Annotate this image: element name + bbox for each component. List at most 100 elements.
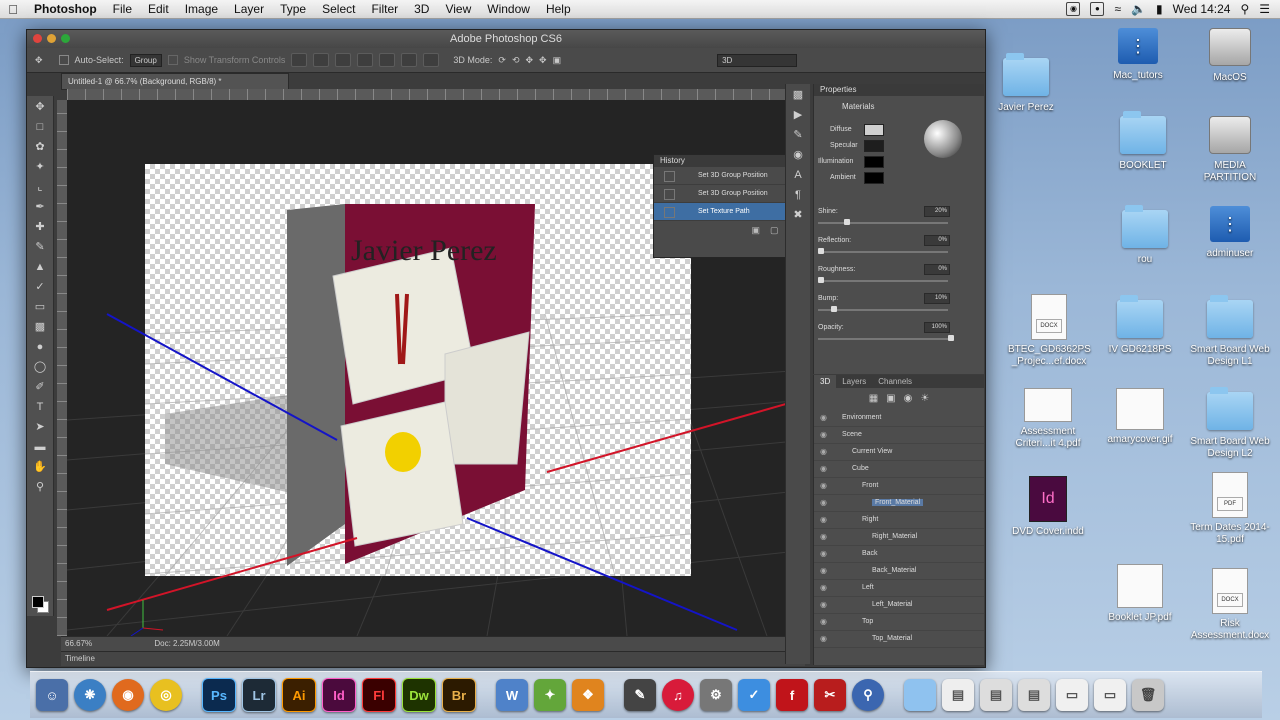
zoom-level[interactable]: 66.67% (65, 639, 92, 648)
documents-folder-icon[interactable] (904, 679, 936, 711)
crop-tool-icon[interactable]: ⌞ (32, 179, 48, 195)
desktop-folder-smart1[interactable]: Smart Board Web Design L1 (1190, 295, 1270, 368)
specular-swatch[interactable] (864, 140, 884, 152)
distribute-button[interactable] (423, 53, 440, 67)
reflection-value[interactable]: 0% (924, 235, 950, 246)
blur-tool-icon[interactable]: ● (32, 339, 48, 355)
acrobat-icon[interactable]: ✂ (814, 679, 846, 711)
record-icon[interactable]: ◉ (1066, 2, 1081, 16)
filter-meshes-icon[interactable]: ▣ (886, 388, 895, 410)
slider-knob[interactable] (818, 277, 824, 283)
muse-icon[interactable]: ❖ (572, 679, 604, 711)
roughness-slider[interactable] (818, 277, 948, 283)
type-tool-icon[interactable]: T (32, 399, 48, 415)
slider-knob[interactable] (844, 219, 850, 225)
desktop-volume-adminuser[interactable]: ⋮ adminuser (1190, 206, 1270, 260)
zoom-tool-icon[interactable]: ⚲ (32, 479, 48, 495)
desktop-folder-booklet[interactable]: BOOKLET (1103, 111, 1183, 172)
menu-select[interactable]: Select (314, 2, 363, 16)
itunes-icon[interactable]: ♫ (662, 679, 694, 711)
menu-view[interactable]: View (437, 2, 479, 16)
flash-player-icon[interactable]: f (776, 679, 808, 711)
visibility-eye-icon[interactable]: ◉ (820, 495, 827, 511)
roll-icon[interactable]: ⟲ (512, 55, 520, 66)
minimize-window-button[interactable] (47, 34, 56, 43)
foreground-color-swatch[interactable] (32, 596, 44, 608)
desktop-folder-smart2[interactable]: Smart Board Web Design L2 (1190, 387, 1270, 460)
reflection-slider[interactable] (818, 248, 948, 254)
firefox-icon[interactable]: ◉ (112, 679, 144, 711)
canvas-workarea[interactable]: Javier Perez History Set 3D Group Positi… (67, 100, 807, 636)
properties-panel-title[interactable]: Properties (814, 84, 984, 96)
edge-animate-icon[interactable]: ✦ (534, 679, 566, 711)
paragraph-panel-icon[interactable]: ¶ (790, 187, 806, 203)
brush-panel-icon[interactable]: ✎ (790, 127, 806, 143)
3d-tree-row-selected[interactable]: ◉ Front_Material (814, 495, 984, 512)
3d-tree-row[interactable]: ◉ Front (814, 478, 984, 495)
dock-app-dw-icon[interactable]: Dw (402, 678, 436, 712)
lasso-tool-icon[interactable]: ✿ (32, 139, 48, 155)
actions-panel-icon[interactable]: ▶ (790, 107, 806, 123)
filter-scene-icon[interactable]: ▦ (869, 388, 878, 410)
illumination-swatch[interactable] (864, 156, 884, 168)
align-center-button[interactable] (379, 53, 396, 67)
quick-select-tool-icon[interactable]: ✦ (32, 159, 48, 175)
visibility-eye-icon[interactable]: ◉ (820, 478, 827, 494)
3d-tree-row[interactable]: ◉ Right (814, 512, 984, 529)
healing-tool-icon[interactable]: ✚ (32, 219, 48, 235)
new-document-icon[interactable]: ▣ (752, 225, 761, 236)
desktop-folder-ivgd[interactable]: IV GD6218PS (1100, 295, 1180, 356)
menu-type[interactable]: Type (272, 2, 314, 16)
auto-select-checkbox[interactable] (58, 55, 69, 65)
desktop-file-bookletjp[interactable]: Booklet JP.pdf (1100, 564, 1180, 624)
pan-icon[interactable]: ✥ (525, 55, 533, 66)
window-stack-icon-2[interactable]: ▭ (1094, 679, 1126, 711)
snapshot-icon[interactable]: ▢ (770, 225, 779, 236)
window-titlebar[interactable]: Adobe Photoshop CS6 (27, 30, 985, 48)
visibility-eye-icon[interactable]: ◉ (820, 427, 827, 443)
timeline-panel[interactable]: Timeline (61, 651, 805, 666)
transform-controls-checkbox[interactable] (167, 55, 178, 65)
gradient-tool-icon[interactable]: ▩ (32, 319, 48, 335)
slider-knob[interactable] (948, 335, 954, 341)
desktop-drive-macos[interactable]: MacOS (1190, 28, 1270, 84)
apple-icon[interactable]:  (0, 2, 26, 17)
dock-app-lr-icon[interactable]: Lr (242, 678, 276, 712)
ambient-swatch[interactable] (864, 172, 884, 184)
3d-tree-row[interactable]: ◉ Environment (814, 410, 984, 427)
character-panel-icon[interactable]: A (790, 167, 806, 183)
bump-value[interactable]: 10% (924, 293, 950, 304)
visibility-eye-icon[interactable]: ◉ (820, 546, 827, 562)
slider-knob[interactable] (818, 248, 824, 254)
menu-layer[interactable]: Layer (226, 2, 272, 16)
visibility-eye-icon[interactable]: ◉ (820, 461, 827, 477)
dodge-tool-icon[interactable]: ◯ (32, 359, 48, 375)
spotlight-icon[interactable]: ⚲ (1240, 2, 1249, 16)
eyedropper-tool-icon[interactable]: ✒ (32, 199, 48, 215)
tools-panel-icon[interactable]: ✖ (790, 207, 806, 223)
3d-tree-row[interactable]: ◉ Current View (814, 444, 984, 461)
align-left-button[interactable] (357, 53, 374, 67)
visibility-eye-icon[interactable]: ◉ (820, 614, 827, 630)
visibility-eye-icon[interactable]: ◉ (820, 631, 827, 647)
hand-tool-icon[interactable]: ✋ (32, 459, 48, 475)
align-bottom-button[interactable] (335, 53, 352, 67)
3d-tree-row[interactable]: ◉ Left_Material (814, 597, 984, 614)
menu-3d[interactable]: 3D (406, 2, 437, 16)
3d-tree-row[interactable]: ◉ Top_Material (814, 631, 984, 648)
roughness-value[interactable]: 0% (924, 264, 950, 275)
desktop-file-assessment[interactable]: Assessment Criteri...it 4.pdf (1008, 388, 1088, 450)
tab-layers[interactable]: Layers (836, 375, 872, 388)
workspace-dropdown[interactable]: 3D (717, 53, 798, 67)
notifications-icon[interactable]: ● (1090, 2, 1105, 16)
menubar-clock[interactable]: Wed 14:24 (1173, 2, 1231, 16)
menu-image[interactable]: Image (177, 2, 226, 16)
brush-tool-icon[interactable]: ✎ (32, 239, 48, 255)
visibility-eye-icon[interactable]: ◉ (820, 512, 827, 528)
pen-tool-icon[interactable]: ✐ (32, 379, 48, 395)
tab-3d[interactable]: 3D (814, 375, 837, 388)
move-tool-icon[interactable]: ✥ (32, 99, 48, 115)
filter-lights-icon[interactable]: ☀ (920, 388, 929, 410)
orbit-icon[interactable]: ⟳ (498, 55, 506, 66)
trash-icon[interactable]: 🗑 (1132, 679, 1164, 711)
